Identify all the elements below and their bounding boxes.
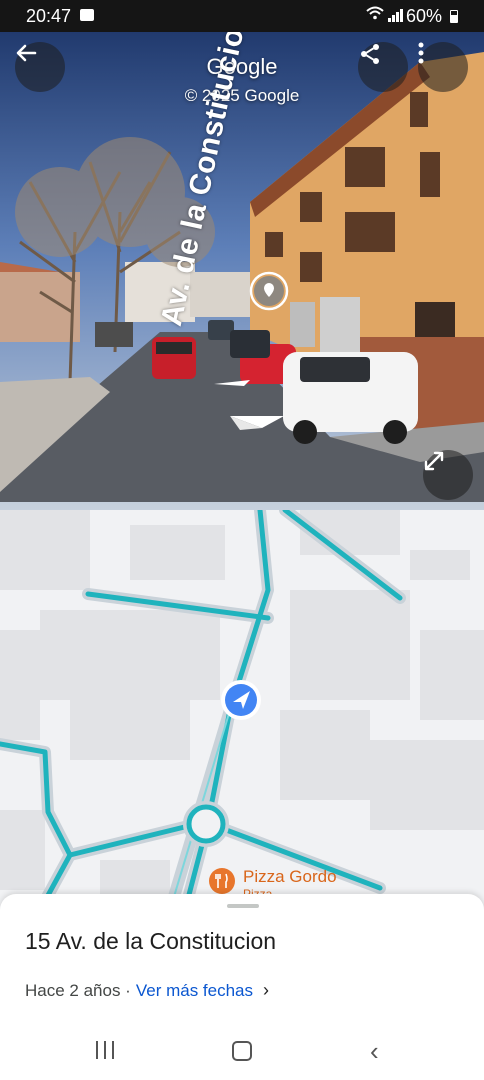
expand-button[interactable]: [423, 450, 473, 500]
map-view[interactable]: [0, 510, 484, 910]
share-icon: [361, 44, 379, 64]
more-dates-link[interactable]: Ver más fechas: [136, 981, 253, 1001]
poi-category-label: Pizza: [243, 887, 273, 894]
back-nav-button[interactable]: ‹: [370, 1038, 379, 1064]
status-bar: 20:47 60%: [0, 0, 484, 32]
status-time: 20:47: [26, 6, 72, 26]
recents-button[interactable]: [96, 1041, 114, 1059]
drag-handle[interactable]: [227, 904, 259, 908]
imagery-date-text: Hace 2 años ·: [25, 980, 131, 1000]
system-navigation-bar: ‹: [0, 1024, 484, 1080]
signal-icon: [388, 8, 403, 22]
chevron-right-icon[interactable]: ›: [263, 980, 269, 1001]
battery-percentage: 60%: [406, 6, 443, 26]
more-vert-icon: [418, 42, 424, 64]
share-button[interactable]: [358, 42, 408, 92]
expand-icon: [424, 451, 444, 471]
map-canvas: [0, 510, 484, 910]
imagery-date-row: Hace 2 años · Ver más fechas ›: [25, 980, 269, 1001]
home-button[interactable]: [232, 1041, 252, 1061]
address-title: 15 Av. de la Constitucion: [25, 928, 277, 954]
battery-icon: [450, 10, 458, 23]
more-options-button[interactable]: [418, 42, 468, 92]
wifi-icon: [366, 6, 384, 24]
poi-name-label[interactable]: Pizza Gordo: [243, 867, 337, 887]
street-view-panorama[interactable]: Google © 2025 Google Av. de la Constituc…: [0, 32, 484, 510]
copyright-text: © 2025 Google: [184, 86, 300, 105]
image-notification-icon: [80, 9, 94, 21]
